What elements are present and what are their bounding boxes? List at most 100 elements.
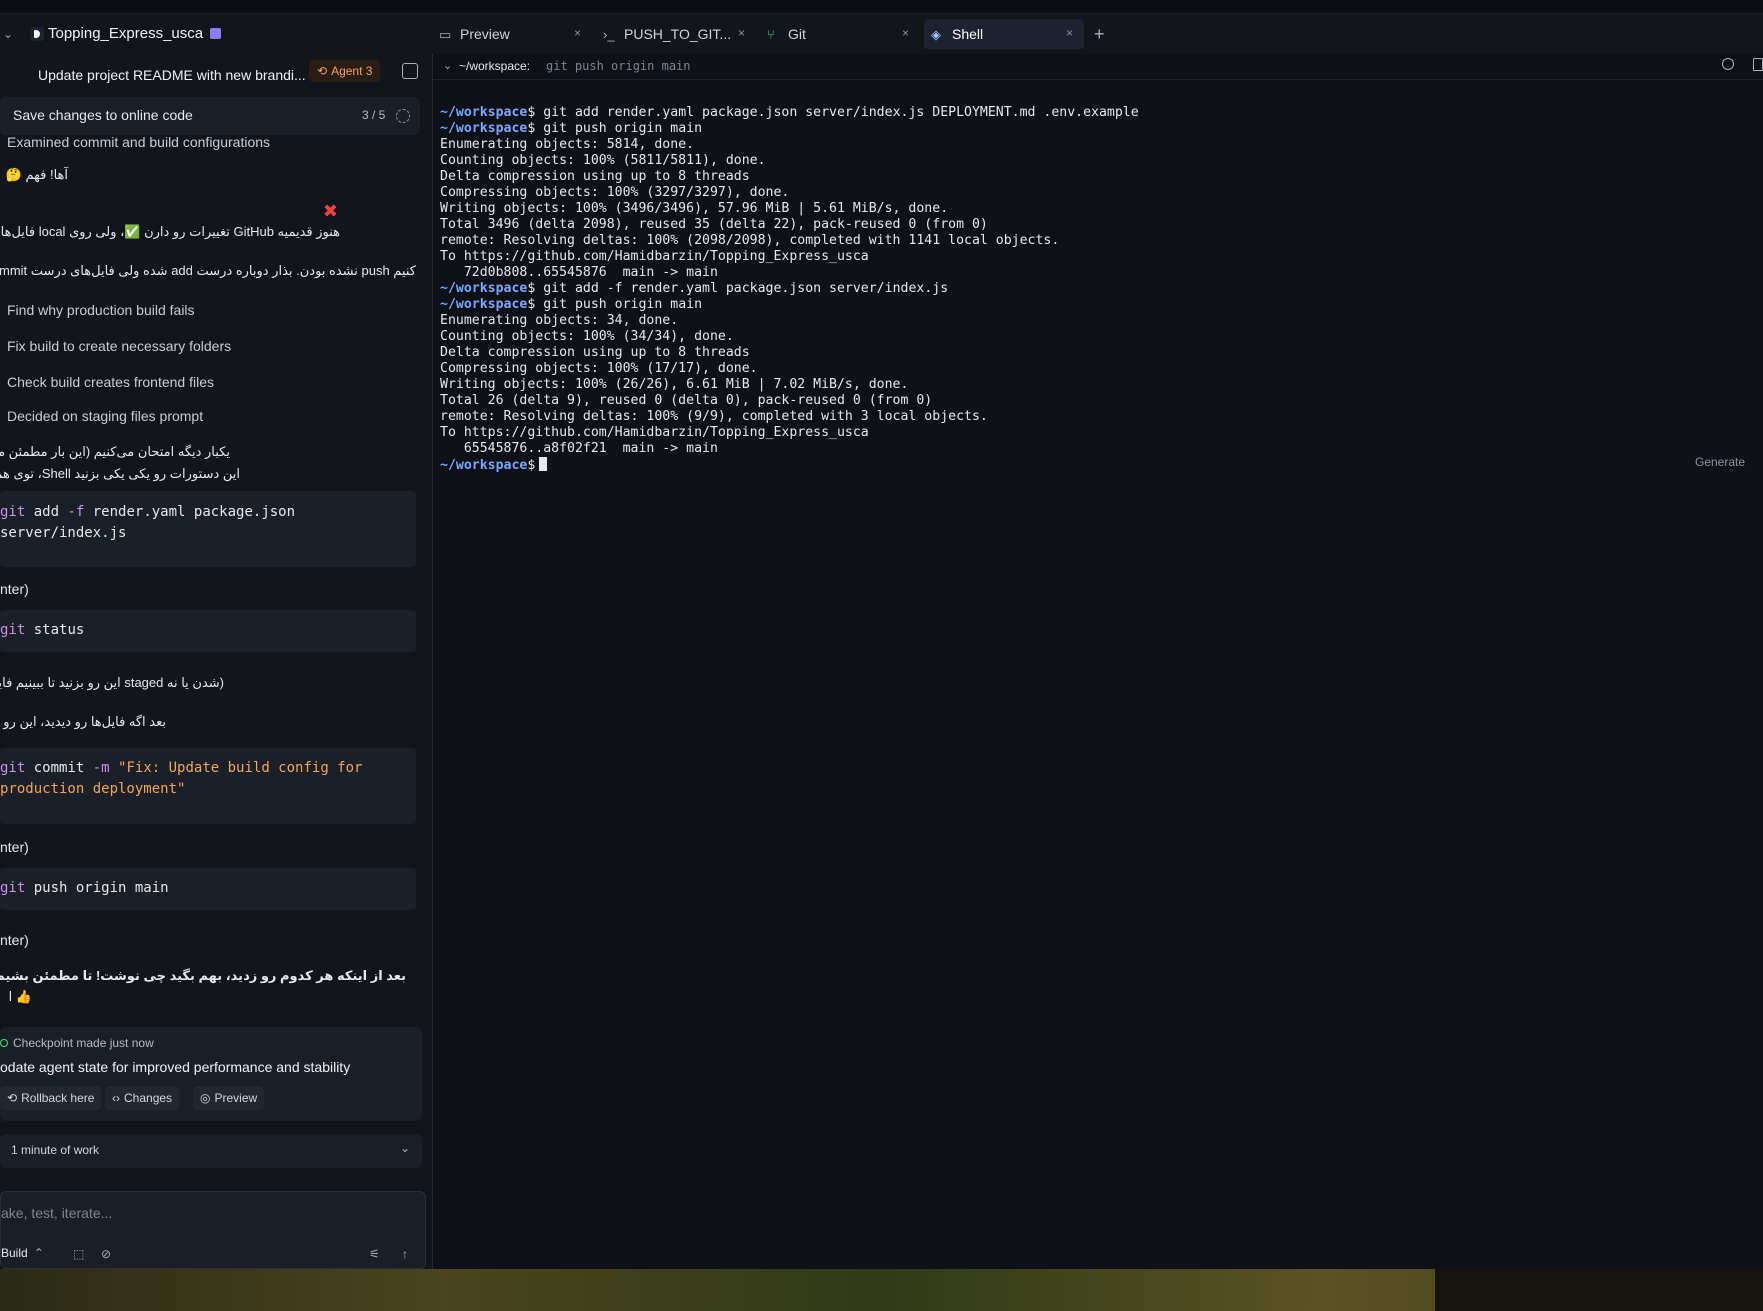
- tab-label: Shell: [952, 26, 984, 42]
- terminal-icon: ›_: [603, 27, 615, 42]
- code-block[interactable]: git add -f render.yaml package.json serv…: [0, 491, 416, 567]
- step-item[interactable]: Fix build to create necessary folders: [7, 338, 231, 354]
- chat-input[interactable]: ake, test, iterate...: [1, 1205, 112, 1221]
- code-block[interactable]: git status: [0, 610, 416, 652]
- desktop-wallpaper-strip: [0, 1269, 1763, 1311]
- tab-git[interactable]: ⑂ Git ×: [760, 19, 920, 49]
- terminal-command: $ git add -f render.yaml package.json se…: [527, 281, 949, 296]
- git-branch-icon: ⑂: [767, 27, 775, 42]
- tab-shell[interactable]: ◈ Shell ×: [924, 19, 1084, 49]
- enter-note: nter): [0, 839, 29, 855]
- code-text: server/index.js: [0, 525, 127, 541]
- code-text: add: [25, 504, 68, 520]
- terminal-line: To https://github.com/Hamidbarzin/Toppin…: [440, 249, 869, 264]
- agent-icon: ⟲: [317, 64, 328, 78]
- settings-sliders-icon[interactable]: ⚟: [369, 1247, 382, 1261]
- tab-bar: ▭ Preview × ›_ PUSH_TO_GIT... × ⑂ Git × …: [432, 14, 1763, 54]
- code-flag: -m: [92, 760, 110, 776]
- tab-label: PUSH_TO_GIT...: [624, 26, 732, 42]
- step-item[interactable]: Decided on staging files prompt: [7, 408, 203, 424]
- progress-row[interactable]: Save changes to online code 3 / 5: [0, 97, 420, 135]
- chat-message: هنوز قدیمیه GitHub تغییرات رو دارن ✅، ول…: [0, 224, 340, 239]
- terminal-line: remote: Resolving deltas: 100% (9/9), co…: [440, 409, 988, 424]
- project-row[interactable]: ⌄ Topping_Express_usca: [0, 14, 430, 54]
- generate-hint[interactable]: Generate: [1695, 455, 1745, 469]
- terminal-line: Enumerating objects: 34, done.: [440, 313, 679, 328]
- tab-push-to-git[interactable]: ›_ PUSH_TO_GIT... ×: [596, 19, 756, 49]
- send-arrow-icon[interactable]: ↑: [402, 1247, 415, 1261]
- step-item[interactable]: Check build creates frontend files: [7, 374, 214, 390]
- shell-header-path: ~/workspace:: [459, 59, 531, 73]
- attach-icon[interactable]: ⊘: [101, 1247, 114, 1261]
- terminal-line: Delta compression using up to 8 threads: [440, 345, 750, 360]
- task-title[interactable]: Update project README with new brandi...: [38, 67, 306, 83]
- step-item[interactable]: Find why production build fails: [7, 302, 195, 318]
- agent-badge[interactable]: ⟲ Agent 3: [309, 60, 381, 82]
- changes-button[interactable]: ‹› Changes: [105, 1086, 180, 1110]
- chat-message: 👍 ا: [8, 989, 32, 1004]
- code-string: "Fix: Update build config for: [118, 760, 363, 776]
- window-top-bar: [0, 0, 1763, 14]
- enter-note: nter): [0, 932, 29, 948]
- progress-count: 3 / 5: [362, 108, 386, 122]
- checkpoint-title: odate agent state for improved performan…: [0, 1059, 351, 1075]
- search-icon[interactable]: [1722, 58, 1734, 70]
- trash-icon[interactable]: [1753, 58, 1763, 71]
- code-keyword: git: [0, 880, 26, 896]
- code-block[interactable]: git push origin main: [0, 868, 416, 910]
- agent-badge-label: Agent 3: [331, 64, 373, 78]
- code-icon: ‹›: [112, 1091, 120, 1105]
- chat-input-box[interactable]: ake, test, iterate... Build ⌃ ⬚ ⊘ ⚟ ↑: [0, 1191, 426, 1269]
- close-icon[interactable]: ×: [1066, 26, 1073, 40]
- step-item[interactable]: Examined commit and build configurations: [7, 134, 270, 150]
- enter-note: nter): [0, 581, 29, 597]
- shell-header-command: git push origin main: [546, 59, 691, 73]
- chevron-down-icon[interactable]: ⌄: [443, 59, 452, 72]
- chevron-down-icon[interactable]: ⌄: [3, 27, 13, 41]
- code-string: production deployment": [0, 781, 186, 797]
- replit-icon: [30, 27, 44, 41]
- code-flag: -f: [67, 504, 85, 520]
- cross-icon: ✖: [322, 201, 338, 221]
- chevron-up-icon: ⌃: [33, 1246, 44, 1260]
- tab-label: Git: [788, 26, 806, 42]
- terminal-output[interactable]: ~/workspace$ git add render.yaml package…: [440, 105, 1740, 474]
- rollback-button[interactable]: ⟲ Rollback here: [0, 1086, 102, 1110]
- terminal-line: Delta compression using up to 8 threads: [440, 169, 750, 184]
- terminal-command: $ git push origin main: [527, 121, 703, 136]
- add-tab-icon[interactable]: +: [1094, 24, 1105, 45]
- chat-message: آها! فهم 🤔: [5, 167, 68, 182]
- close-icon[interactable]: ×: [902, 26, 909, 40]
- terminal-line: Counting objects: 100% (5811/5811), done…: [440, 153, 766, 168]
- chevron-down-icon[interactable]: ⌄: [400, 1141, 410, 1155]
- terminal-command: $: [527, 458, 536, 473]
- agent-panel: ⌄ Topping_Express_usca Update project RE…: [0, 14, 430, 1269]
- select-element-icon[interactable]: ⬚: [73, 1247, 86, 1261]
- app-frame: ⌄ Topping_Express_usca Update project RE…: [0, 14, 1763, 1269]
- mode-selector[interactable]: Build ⌃: [1, 1246, 44, 1260]
- spinner-icon: [396, 109, 410, 123]
- terminal-prompt: ~/workspace: [440, 297, 528, 312]
- tab-preview[interactable]: ▭ Preview ×: [432, 19, 592, 49]
- checkpoint-label: Checkpoint made just now: [13, 1036, 154, 1050]
- preview-button[interactable]: ◎ Preview: [193, 1086, 265, 1110]
- terminal-line: Total 3496 (delta 2098), reused 35 (delt…: [440, 217, 988, 232]
- work-summary-row[interactable]: 1 minute of work ⌄: [0, 1134, 422, 1168]
- terminal-command: $ git push origin main: [527, 297, 703, 312]
- project-name[interactable]: Topping_Express_usca: [48, 25, 203, 42]
- project-status-icon: [210, 28, 221, 39]
- mode-label: Build: [1, 1246, 28, 1260]
- chat-message: بعد اگه فایل‌ها رو دیدید، این رو بز: [0, 714, 166, 729]
- code-block[interactable]: git commit -m "Fix: Update build config …: [0, 748, 416, 824]
- shell-pane[interactable]: ⌄ ~/workspace: git push origin main ~/wo…: [432, 54, 1763, 1269]
- close-icon[interactable]: ×: [574, 26, 581, 40]
- chat-message: کنیم push نشده بودن. بذار دوباره درست ad…: [0, 263, 416, 278]
- terminal-line: To https://github.com/Hamidbarzin/Toppin…: [440, 425, 869, 440]
- close-icon[interactable]: ×: [738, 26, 745, 40]
- terminal-prompt: ~/workspace: [440, 281, 528, 296]
- shell-header: ⌄ ~/workspace: git push origin main: [433, 54, 1763, 80]
- new-chat-icon[interactable]: [402, 63, 418, 79]
- code-text: push origin main: [25, 880, 169, 896]
- terminal-line: remote: Resolving deltas: 100% (2098/209…: [440, 233, 1060, 248]
- chat-message: (شدن یا نه staged این رو بزنید تا ببینیم…: [0, 675, 224, 690]
